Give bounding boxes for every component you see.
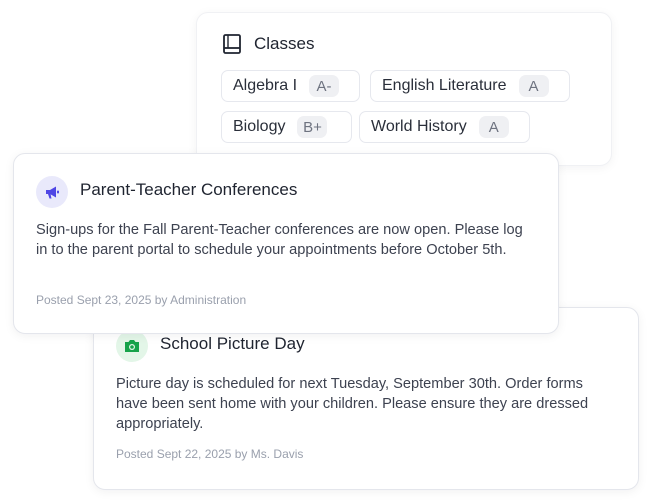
megaphone-icon [36, 176, 68, 208]
announcement-body: Sign-ups for the Fall Parent-Teacher con… [36, 222, 523, 258]
class-name: Algebra I [233, 77, 298, 94]
classes-card: Classes Algebra I A- English Literature … [196, 12, 612, 166]
announcement-card-picture-day[interactable]: School Picture Day Picture day is schedu… [93, 307, 639, 490]
announcement-body: Picture day is scheduled for next Tuesda… [116, 376, 589, 432]
classes-header: Classes [221, 33, 314, 55]
class-pill-history[interactable]: World History A [359, 111, 530, 143]
class-pill-biology[interactable]: Biology B+ [221, 111, 352, 143]
class-name: World History [371, 118, 467, 135]
dashboard-stage: Classes Algebra I A- English Literature … [0, 0, 651, 500]
announcement-card-conferences[interactable]: Parent-Teacher Conferences Sign-ups for … [13, 153, 559, 334]
book-icon [223, 34, 241, 54]
class-name: Biology [233, 118, 286, 135]
announcement-meta: Posted Sept 23, 2025 by Administration [36, 293, 247, 307]
class-pill-english[interactable]: English Literature A [370, 70, 570, 102]
grade-badge: A [518, 75, 549, 97]
classes-title: Classes [254, 34, 315, 53]
announcement-meta: Posted Sept 22, 2025 by Ms. Davis [116, 447, 304, 461]
camera-icon [116, 330, 148, 362]
announcement-title: Parent-Teacher Conferences [80, 180, 298, 199]
announcement-title: School Picture Day [160, 334, 305, 353]
grade-badge: B+ [297, 116, 328, 138]
grade-badge: A- [309, 75, 340, 97]
class-pill-algebra[interactable]: Algebra I A- [221, 70, 360, 102]
class-name: English Literature [382, 77, 507, 94]
grade-badge: A [478, 116, 509, 138]
